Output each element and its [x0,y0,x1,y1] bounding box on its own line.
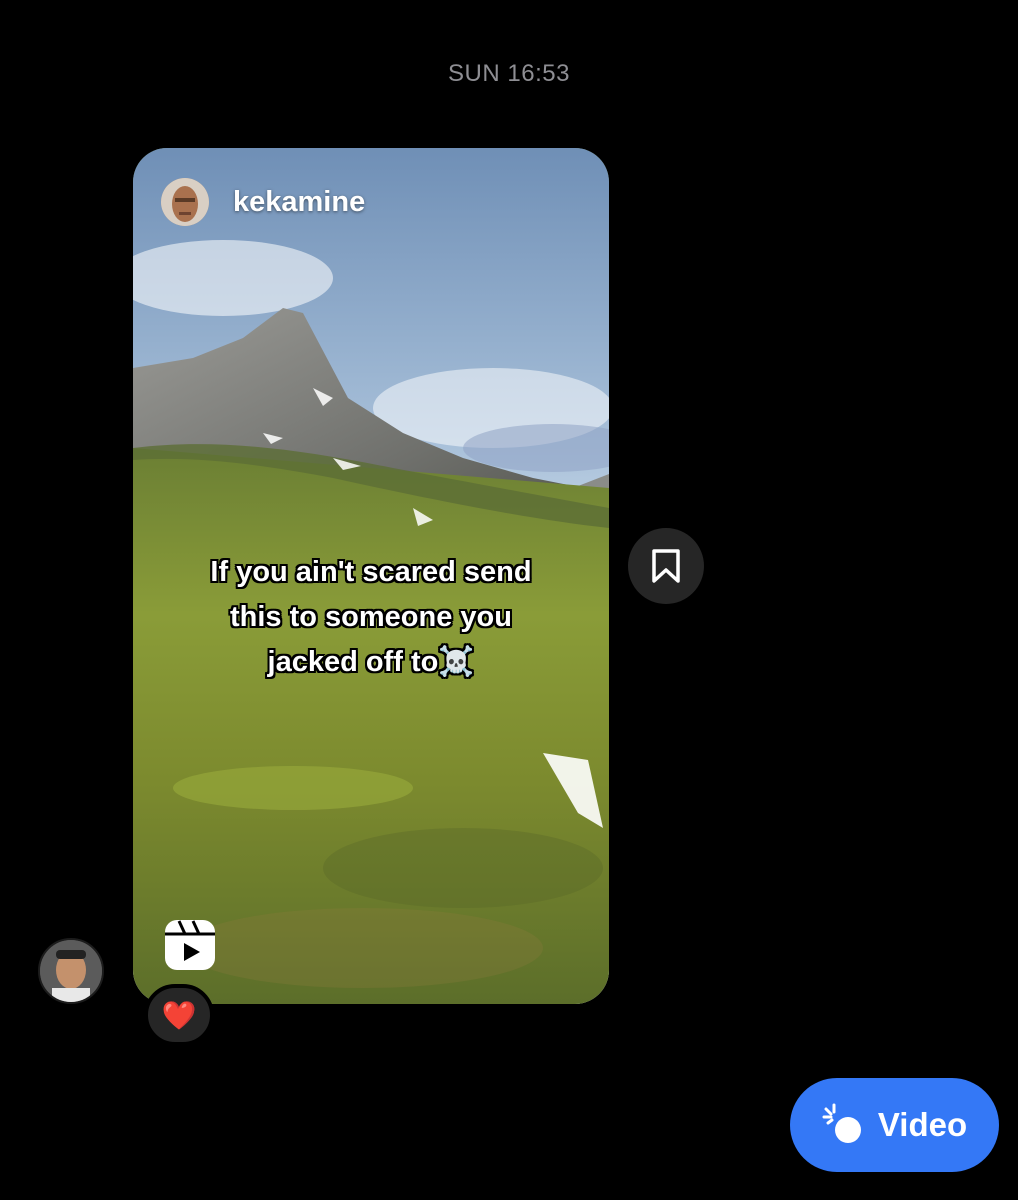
heart-reaction[interactable]: ❤️ [144,984,214,1046]
dm-thread-screen: SUN 16:53 kekamine If you ain't scared s… [0,0,1018,1200]
video-button-label: Video [877,1106,968,1143]
caption-line: jacked off to☠️ [267,646,475,678]
shared-reel-card[interactable]: kekamine If you ain't scared send this t… [133,148,609,1004]
author-avatar[interactable] [161,178,209,226]
reel-caption: If you ain't scared send this to someone… [133,550,609,685]
caption-line: If you ain't scared send [210,556,532,588]
heart-icon: ❤️ [161,999,197,1031]
message-timestamp: SUN 16:53 [448,60,570,87]
caption-line: this to someone you [230,601,512,633]
author-username[interactable]: kekamine [233,186,365,219]
bookmark-icon [652,549,680,583]
save-reel-button[interactable] [628,528,704,604]
video-button[interactable]: Video [790,1078,999,1172]
video-tap-icon [822,1103,861,1143]
sender-avatar[interactable] [38,938,104,1004]
reels-icon [163,918,217,972]
reel-author-row[interactable]: kekamine [161,178,365,226]
